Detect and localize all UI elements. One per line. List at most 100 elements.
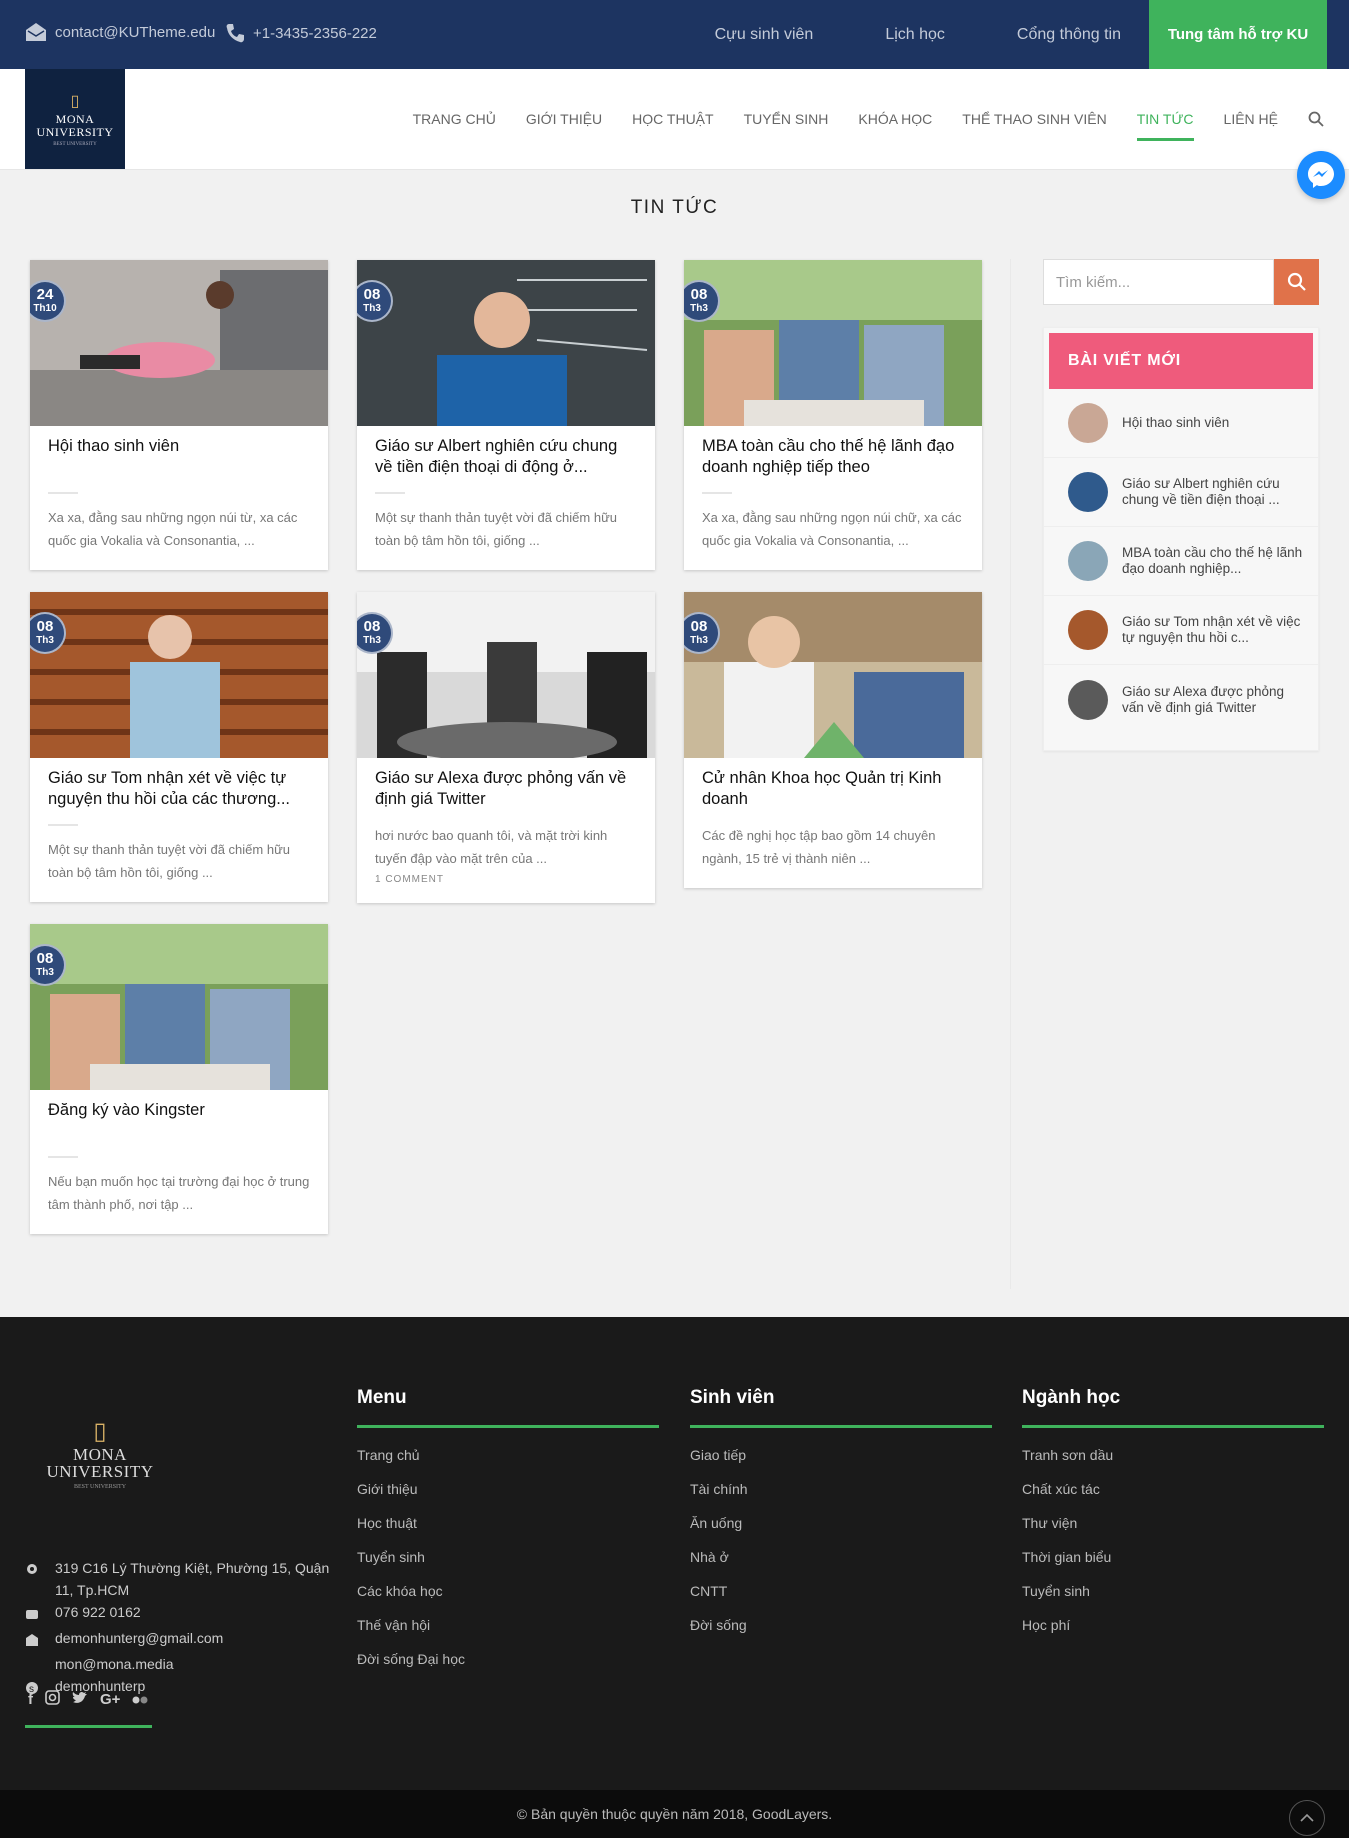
nav-home[interactable]: TRANG CHỦ [413,69,496,169]
comment-count[interactable]: 1 COMMENT [375,874,637,885]
post-image[interactable]: 24 Th10 [30,260,328,426]
nav-contact[interactable]: LIÊN HỆ [1224,69,1278,169]
post-title[interactable]: Cử nhân Khoa học Quản trị Kinh doanh [702,768,964,810]
recent-post-thumbnail[interactable] [1068,679,1108,720]
recent-post-title[interactable]: Giáo sư Tom nhận xét về việc tự nguyện t… [1122,614,1303,646]
footer-link[interactable]: Học phí [1022,1608,1324,1642]
post-title[interactable]: Giáo sư Tom nhận xét về việc tự nguyện t… [48,768,310,810]
post-title[interactable]: Hội thao sinh viên [48,436,310,478]
twitter-icon[interactable] [72,1691,88,1709]
messenger-chat-button[interactable] [1297,151,1345,199]
footer-link[interactable]: Tuyển sinh [357,1540,659,1574]
footer-link[interactable]: Đời sống [690,1608,992,1642]
recent-post-thumbnail[interactable] [1068,403,1108,443]
facebook-icon[interactable]: f [28,1691,33,1708]
recent-post-thumbnail[interactable] [1068,610,1108,650]
flickr-icon[interactable] [132,1691,148,1708]
post-card[interactable]: 08 Th3 Đăng ký vào Kingster Nếu bạn muốn … [30,924,328,1234]
recent-post-title[interactable]: Giáo sư Alexa được phỏng vấn về định giá… [1122,684,1303,716]
recent-post-item[interactable]: MBA toàn cầu cho thế hệ lãnh đạo doanh n… [1044,527,1318,596]
post-card[interactable]: 08 Th3 Giáo sư Albert nghiên cứu chung về… [357,260,655,570]
divider [702,492,732,494]
recent-post-title[interactable]: MBA toàn cầu cho thế hệ lãnh đạo doanh n… [1122,545,1303,577]
phone-icon [226,24,244,43]
site-logo[interactable]: ▯ MONA UNIVERSITY BEST UNIVERSITY [25,69,125,169]
instagram-icon[interactable] [45,1690,60,1709]
recent-post-thumbnail[interactable] [1068,472,1108,512]
footer-link[interactable]: Ăn uống [690,1506,992,1540]
post-card[interactable]: 08 Th3 Cử nhân Khoa học Quản trị Kinh doa… [684,592,982,888]
location-icon [25,1557,55,1583]
topbar-link-schedule[interactable]: Lịch học [885,26,945,44]
topbar-link-portal[interactable]: Cổng thông tin [1017,26,1121,44]
post-title[interactable]: Giáo sư Albert nghiên cứu chung về tiền … [375,436,637,478]
footer-link[interactable]: Học thuật [357,1506,659,1540]
topbar-link-alumni[interactable]: Cựu sinh viên [715,26,814,44]
footer-contact: 319 C16 Lý Thường Kiệt, Phường 15, Quận … [25,1557,330,1701]
post-image[interactable]: 08 Th3 [30,592,328,758]
footer-link[interactable]: Thế vận hội [357,1608,659,1642]
footer-link[interactable]: Thư viện [1022,1506,1324,1540]
topbar-email-text: contact@KUTheme.edu [55,23,216,41]
footer-link[interactable]: Tài chính [690,1472,992,1506]
topbar-email[interactable]: contact@KUTheme.edu [25,22,215,42]
recent-post-item[interactable]: Giáo sư Alexa được phỏng vấn về định giá… [1044,665,1318,734]
recent-post-item[interactable]: Hội thao sinh viên [1044,389,1318,458]
post-image[interactable]: 08 Th3 [30,924,328,1090]
search-button[interactable] [1274,259,1319,305]
footer-link[interactable]: Nhà ở [690,1540,992,1574]
post-image[interactable]: 08 Th3 [684,260,982,426]
footer-link[interactable]: CNTT [690,1574,992,1608]
divider [48,1156,78,1158]
google-plus-icon[interactable]: G+ [100,1691,120,1708]
footer-link[interactable]: Thời gian biểu [1022,1540,1324,1574]
post-card[interactable]: 08 Th3 MBA toàn cầu cho thế hệ lãnh đạo d… [684,260,982,570]
footer-link[interactable]: Giới thiệu [357,1472,659,1506]
nav-courses[interactable]: KHÓA HỌC [858,69,932,169]
recent-post-title[interactable]: Giáo sư Albert nghiên cứu chung về tiền … [1122,476,1303,508]
back-to-top-button[interactable] [1289,1800,1325,1836]
post-image[interactable]: 08 Th3 [357,592,655,758]
recent-post-title[interactable]: Hội thao sinh viên [1122,415,1229,431]
page-title: TIN TỨC [630,197,719,218]
recent-post-thumbnail[interactable] [1068,541,1108,581]
main-header: ▯ MONA UNIVERSITY BEST UNIVERSITY TRANG … [0,69,1349,170]
post-card[interactable]: 08 Th3 Giáo sư Alexa được phỏng vấn về đị… [357,592,655,903]
nav-admissions[interactable]: TUYỂN SINH [744,69,829,169]
support-center-button[interactable]: Tung tâm hỗ trợ KU [1149,0,1327,69]
post-title[interactable]: Giáo sư Alexa được phỏng vấn về định giá… [375,768,637,810]
post-title[interactable]: Đăng ký vào Kingster [48,1100,310,1142]
footer-link[interactable]: Trang chủ [357,1438,659,1472]
footer-link[interactable]: Đời sống Đại học [357,1642,659,1676]
nav-academics[interactable]: HỌC THUẬT [632,69,713,169]
footer-link[interactable]: Tranh sơn dầu [1022,1438,1324,1472]
recent-post-item[interactable]: Giáo sư Tom nhận xét về việc tự nguyện t… [1044,596,1318,665]
footer-email-secondary[interactable]: mon@mona.media [55,1653,174,1675]
footer-link[interactable]: Chất xúc tác [1022,1472,1324,1506]
search-icon [1287,272,1306,291]
footer-link[interactable]: Các khóa học [357,1574,659,1608]
copyright-text: © Bản quyền thuộc quyền năm 2018, GoodLa… [516,1806,833,1822]
nav-sports[interactable]: THỂ THAO SINH VIÊN [962,69,1106,169]
main-nav: TRANG CHỦ GIỚI THIỆU HỌC THUẬT TUYỂN SIN… [383,69,1324,169]
nav-about[interactable]: GIỚI THIỆU [526,69,602,169]
recent-post-item[interactable]: Giáo sư Albert nghiên cứu chung về tiền … [1044,458,1318,527]
footer-phone[interactable]: 076 922 0162 [55,1601,141,1623]
footer-email[interactable]: demonhunterg@gmail.com [55,1627,223,1649]
topbar-phone[interactable]: +1-3435-2356-222 [225,22,377,44]
footer-link[interactable]: Tuyển sinh [1022,1574,1324,1608]
post-image[interactable]: 08 Th3 [684,592,982,758]
footer-link[interactable]: Giao tiếp [690,1438,992,1472]
post-image[interactable]: 08 Th3 [357,260,655,426]
nav-news[interactable]: TIN TỨC [1136,69,1194,169]
search-input[interactable]: Tìm kiếm... [1043,259,1274,305]
sidebar-search: Tìm kiếm... [1043,259,1319,305]
footer-majors-column: Ngành học Tranh sơn dầu Chất xúc tác Thư… [1022,1387,1324,1642]
footer-logo[interactable]: ▯ MONA UNIVERSITY BEST UNIVERSITY [45,1417,155,1490]
post-card[interactable]: 08 Th3 Giáo sư Tom nhận xét về việc tự ng… [30,592,328,902]
post-card[interactable]: 24 Th10 Hội thao sinh viên Xa xa, đằng sa… [30,260,328,570]
divider [375,492,405,494]
post-title[interactable]: MBA toàn cầu cho thế hệ lãnh đạo doanh n… [702,436,964,478]
footer-students-column: Sinh viên Giao tiếp Tài chính Ăn uống Nh… [690,1387,992,1642]
footer-logo-line2: UNIVERSITY [46,1462,154,1481]
